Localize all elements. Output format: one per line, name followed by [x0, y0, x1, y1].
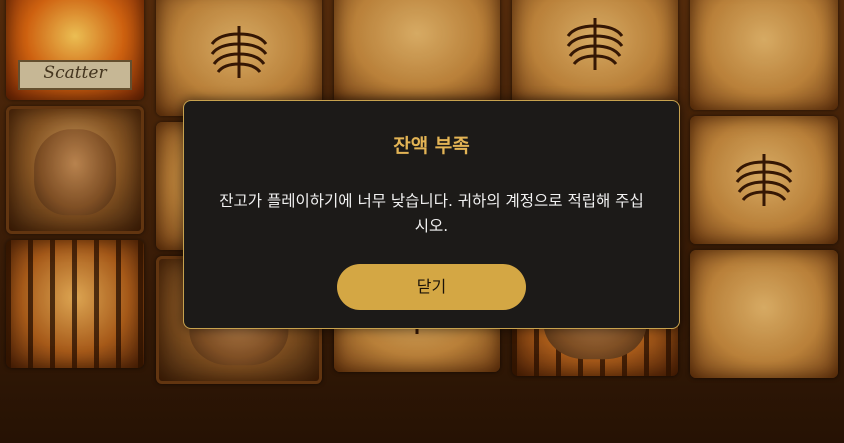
- dialog-title: 잔액 부족: [393, 135, 470, 157]
- game-stage: Scatter 잔액 부족 잔고가 플레이하기에 너무 낮습니다. 귀하의 계정…: [0, 0, 844, 443]
- close-button[interactable]: 닫기: [337, 264, 526, 310]
- dialog-message: 잔고가 플레이하기에 너무 낮습니다. 귀하의 계정으로 적립해 주십시오.: [219, 192, 644, 235]
- insufficient-balance-dialog: 잔액 부족 잔고가 플레이하기에 너무 낮습니다. 귀하의 계정으로 적립해 주…: [183, 100, 680, 329]
